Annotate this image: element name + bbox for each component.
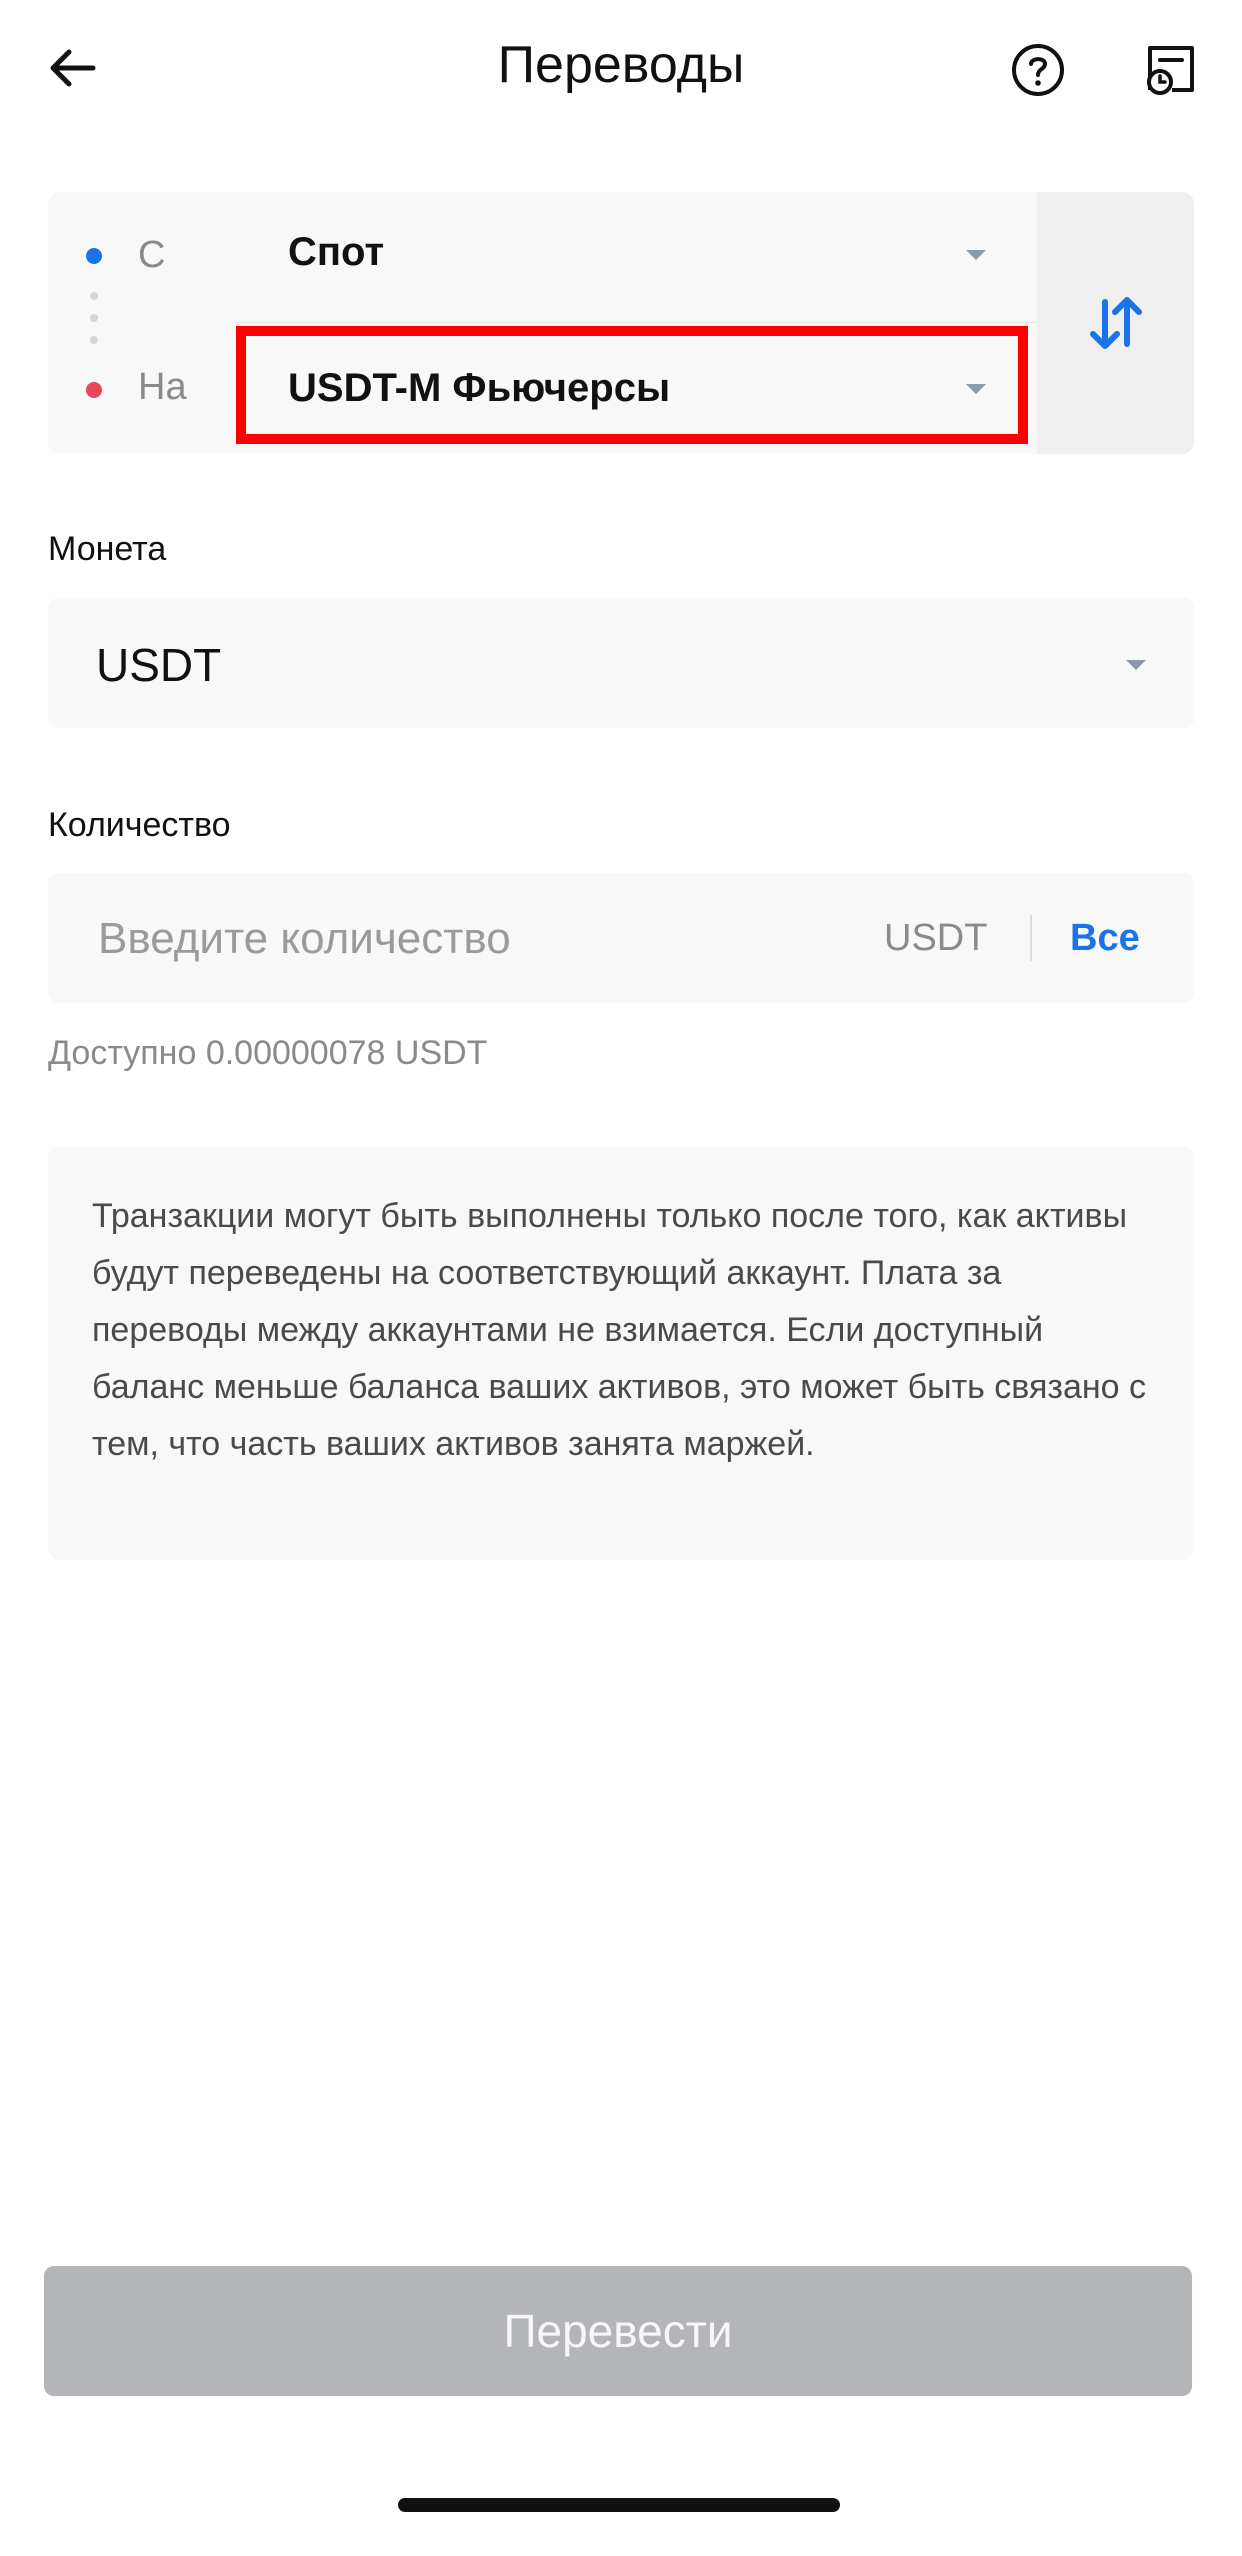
home-indicator bbox=[398, 2498, 840, 2512]
caret-down-icon bbox=[966, 250, 986, 260]
question-circle-icon bbox=[1012, 44, 1064, 96]
quantity-label: Количество bbox=[48, 806, 231, 844]
caret-down-icon bbox=[1126, 660, 1146, 670]
coin-value: USDT bbox=[96, 639, 222, 691]
help-button[interactable] bbox=[998, 30, 1078, 110]
coin-label: Монета bbox=[48, 530, 167, 568]
quantity-input[interactable] bbox=[96, 903, 860, 975]
info-notice: Транзакции могут быть выполнены только п… bbox=[48, 1146, 1194, 1560]
swap-arrows-icon bbox=[1089, 297, 1142, 349]
highlight-box bbox=[236, 326, 1028, 444]
connector-dot bbox=[90, 314, 98, 322]
quantity-field: USDT Все bbox=[48, 873, 1194, 1003]
transfer-button[interactable]: Перевести bbox=[44, 2266, 1192, 2396]
accounts-divider bbox=[236, 322, 1036, 323]
connector-dot bbox=[90, 336, 98, 344]
quantity-unit: USDT bbox=[884, 917, 988, 959]
coin-select[interactable]: USDT bbox=[48, 598, 1194, 728]
connector-dot bbox=[90, 292, 98, 300]
to-indicator-dot bbox=[86, 382, 102, 398]
from-indicator-dot bbox=[86, 248, 102, 264]
swap-accounts-button[interactable] bbox=[1037, 192, 1194, 454]
quantity-separator bbox=[1030, 915, 1032, 961]
transfer-history-button[interactable] bbox=[1130, 30, 1210, 110]
info-text: Транзакции могут быть выполнены только п… bbox=[92, 1197, 1146, 1463]
available-balance: Доступно 0.00000078 USDT bbox=[48, 1034, 488, 1072]
from-label: С bbox=[138, 234, 166, 276]
from-account-value: Спот bbox=[288, 230, 385, 274]
to-label: На bbox=[138, 366, 187, 408]
from-account-select[interactable]: Спот bbox=[236, 200, 1016, 310]
history-document-icon bbox=[1147, 46, 1194, 95]
max-all-button[interactable]: Все bbox=[1070, 917, 1140, 960]
